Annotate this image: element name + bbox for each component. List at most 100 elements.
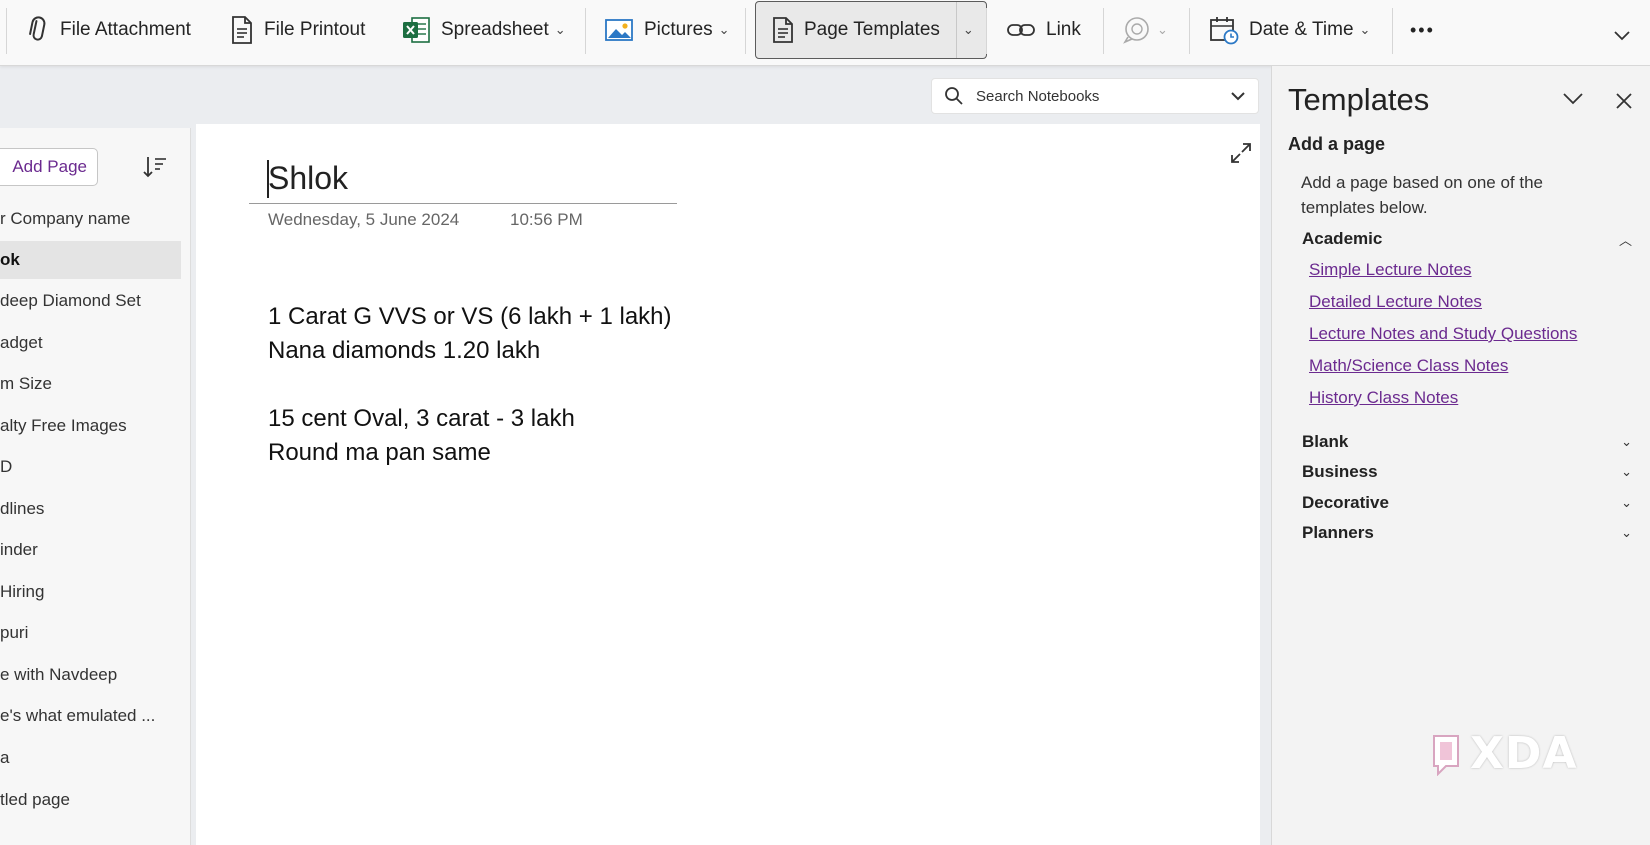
- note-line[interactable]: Nana diamonds 1.20 lakh: [268, 337, 540, 365]
- calendar-clock-icon: [1210, 17, 1239, 45]
- page-list-item[interactable]: deep Diamond Set: [0, 282, 181, 320]
- note-line[interactable]: 15 cent Oval, 3 carat - 3 lakh: [268, 405, 575, 433]
- page-list-item[interactable]: Hiring: [0, 573, 181, 611]
- page-list-item[interactable]: a: [0, 739, 181, 777]
- full-page-view-icon[interactable]: [1230, 142, 1252, 164]
- comment-icon: [1123, 17, 1149, 44]
- text-cursor: [267, 160, 269, 198]
- picture-icon: [605, 19, 633, 41]
- chevron-down-icon: ⌄: [718, 22, 730, 37]
- date-time-button[interactable]: Date & Time ⌄: [1209, 8, 1370, 52]
- note-line[interactable]: Round ma pan same: [268, 439, 491, 467]
- category-label: Academic: [1302, 229, 1383, 248]
- more-icon: •••: [1410, 19, 1435, 40]
- chevron-down-icon: [1614, 31, 1630, 41]
- add-page-label: Add Page: [12, 157, 87, 176]
- page-list-item-active[interactable]: ok: [0, 241, 181, 279]
- page-list-item-label: e with Navdeep: [0, 665, 118, 684]
- page-list-item[interactable]: D: [0, 448, 181, 486]
- link-icon: [1007, 24, 1035, 36]
- page-list-item[interactable]: e with Navdeep: [0, 656, 181, 694]
- add-page-button[interactable]: Add Page: [0, 148, 98, 186]
- page-list-item-label: inder: [0, 540, 38, 559]
- note-canvas[interactable]: [196, 124, 1260, 845]
- paperclip-icon: [29, 16, 46, 41]
- chevron-down-icon: ⌄: [1621, 495, 1632, 510]
- chevron-down-icon: ⌄: [1621, 464, 1632, 479]
- ribbon-separator: [6, 8, 7, 54]
- page-title[interactable]: Shlok: [268, 160, 348, 197]
- file-attachment-button[interactable]: File Attachment: [24, 8, 191, 52]
- xda-watermark-text: XDA: [1470, 728, 1578, 779]
- category-blank[interactable]: Blank ⌄: [1302, 429, 1632, 455]
- template-link[interactable]: History Class Notes: [1309, 388, 1458, 408]
- page-list-item[interactable]: puri: [0, 614, 181, 652]
- page-list-item-label: D: [0, 457, 13, 476]
- page-list-item[interactable]: r Company name: [0, 200, 181, 238]
- page-list-item-label: a: [0, 748, 10, 767]
- page-list-item[interactable]: m Size: [0, 365, 181, 403]
- page-list-item[interactable]: adget: [0, 324, 181, 362]
- search-notebooks-box[interactable]: Search Notebooks: [931, 78, 1259, 114]
- more-options-button[interactable]: •••: [1410, 8, 1435, 52]
- file-attachment-label: File Attachment: [60, 19, 191, 40]
- category-planners[interactable]: Planners ⌄: [1302, 520, 1632, 546]
- expand-ribbon-button[interactable]: [1612, 20, 1632, 50]
- chevron-down-icon[interactable]: [1230, 90, 1246, 102]
- chevron-down-icon: ⌄: [554, 22, 566, 37]
- category-decorative[interactable]: Decorative ⌄: [1302, 490, 1632, 516]
- template-link[interactable]: Detailed Lecture Notes: [1309, 292, 1482, 312]
- page-templates-button[interactable]: Page Templates ⌄: [755, 1, 987, 59]
- chevron-up-icon: ︿: [1618, 232, 1632, 248]
- category-business[interactable]: Business ⌄: [1302, 459, 1632, 485]
- xda-logo-icon: [1433, 734, 1459, 776]
- spreadsheet-button[interactable]: Spreadsheet ⌄: [401, 8, 566, 52]
- category-label: Decorative: [1302, 493, 1389, 512]
- template-link[interactable]: Simple Lecture Notes: [1309, 260, 1472, 280]
- pictures-button[interactable]: Pictures ⌄: [604, 8, 730, 52]
- ribbon-separator: [1392, 8, 1393, 54]
- page-list-item[interactable]: inder: [0, 531, 181, 569]
- date-time-label: Date & Time: [1249, 19, 1354, 40]
- sort-icon[interactable]: [142, 154, 168, 180]
- page-list-item[interactable]: tled page: [0, 781, 181, 819]
- search-input[interactable]: Search Notebooks: [976, 88, 1230, 105]
- page-list-item-label: deep Diamond Set: [0, 291, 141, 310]
- page-list-item-label: ok: [0, 250, 20, 269]
- ribbon-separator: [745, 8, 746, 54]
- pictures-label: Pictures: [644, 19, 713, 40]
- chevron-down-icon[interactable]: ⌄: [963, 22, 974, 38]
- ribbon: File Attachment File Printout Spreadshee…: [0, 0, 1650, 66]
- ribbon-separator: [986, 8, 987, 54]
- category-label: Business: [1302, 462, 1378, 481]
- category-academic[interactable]: Academic ︿: [1302, 226, 1632, 252]
- file-printout-button[interactable]: File Printout: [230, 8, 365, 52]
- page-list-item-label: r Company name: [0, 209, 131, 228]
- chevron-down-icon[interactable]: [1562, 92, 1584, 106]
- page-template-icon: [773, 17, 793, 43]
- page-list-item-label: Hiring: [0, 582, 45, 601]
- page-list-item-label: e's what emulated ...: [0, 706, 156, 725]
- note-line[interactable]: 1 Carat G VVS or VS (6 lakh + 1 lakh): [268, 303, 672, 331]
- page-list-item-label: adget: [0, 333, 43, 352]
- template-link[interactable]: Math/Science Class Notes: [1309, 356, 1508, 376]
- page-list-item-label: tled page: [0, 790, 70, 809]
- page-list-item[interactable]: e's what emulated ...: [0, 697, 181, 735]
- link-label: Link: [1046, 19, 1081, 40]
- xda-watermark: XDA: [1428, 728, 1578, 779]
- file-printout-icon: [232, 16, 252, 44]
- template-link[interactable]: Lecture Notes and Study Questions: [1309, 324, 1577, 344]
- link-button[interactable]: Link: [1006, 8, 1081, 52]
- page-list-item[interactable]: alty Free Images: [0, 407, 181, 445]
- page-list-item-label: puri: [0, 623, 29, 642]
- page-list-item[interactable]: dlines: [0, 490, 181, 528]
- templates-description: Add a page based on one of the templates…: [1301, 173, 1543, 217]
- page-list-item-label: m Size: [0, 374, 52, 393]
- comment-button[interactable]: ⌄: [1121, 8, 1168, 52]
- ribbon-separator: [1103, 8, 1104, 54]
- chevron-down-icon: ⌄: [1621, 525, 1632, 540]
- close-icon[interactable]: [1615, 92, 1633, 110]
- page-templates-label: Page Templates: [804, 19, 940, 40]
- chevron-down-icon: ⌄: [1157, 22, 1168, 37]
- add-a-page-heading: Add a page: [1288, 134, 1386, 154]
